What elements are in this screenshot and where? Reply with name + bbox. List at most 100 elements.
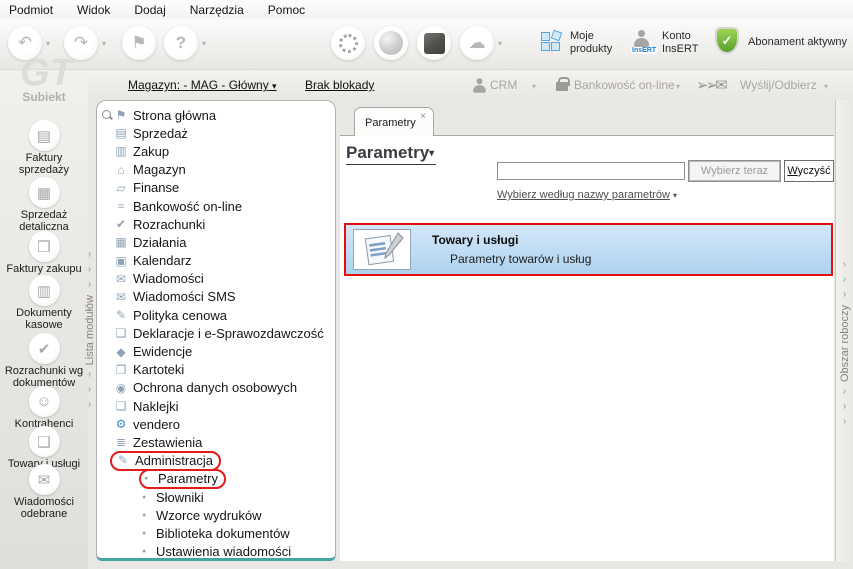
tree-item-parametry[interactable]: Parametry: [97, 468, 335, 489]
chevron-right-icon[interactable]: ›: [843, 275, 846, 285]
insert-account-icon[interactable]: InsERT: [631, 30, 658, 54]
finance-icon: ▱: [116, 180, 126, 195]
flag-button[interactable]: ⚑: [122, 26, 156, 60]
main-toolbar: ↶ ↷ ⚑ ? ☁ Moje produkty InsERT Konto Ins…: [0, 19, 853, 70]
sidebar-item-wiadomosci-odebrane[interactable]: ✉ Wiadomości odebrane: [0, 464, 88, 520]
tree-item-wiadomosci-sms[interactable]: ✉ Wiadomości SMS: [97, 288, 335, 306]
help-caret-icon[interactable]: [202, 39, 206, 48]
module-tree-panel: ⚑ Strona główna ▤ Sprzedaż ▥ Zakup ⌂ Magazyn…: [96, 100, 336, 561]
my-products-label[interactable]: Moje produkty: [570, 30, 626, 56]
tree-item-magazyn[interactable]: ⌂ Magazyn: [97, 161, 335, 179]
module-list-strip-label[interactable]: Lista modułów: [84, 295, 96, 365]
banking-menu[interactable]: Bankowość on-line: [574, 78, 675, 92]
goods-services-parameter-icon: [353, 229, 411, 270]
send-receive-caret-icon[interactable]: [824, 82, 828, 91]
tree-item-administracja[interactable]: ✎ Administracja: [97, 450, 335, 471]
crm-caret-icon[interactable]: [532, 82, 536, 91]
menu-podmiot[interactable]: Podmiot: [9, 3, 53, 17]
help-button[interactable]: ?: [164, 26, 198, 60]
tree-item-wzorce-wydrukow[interactable]: Wzorce wydruków: [97, 506, 335, 524]
tree-item-kartoteki[interactable]: ❐ Kartoteki: [97, 361, 335, 379]
my-products-icon[interactable]: [541, 29, 563, 52]
tree-item-zestawienia[interactable]: ≣ Zestawienia: [97, 433, 335, 451]
filter-caret-icon: [673, 191, 677, 200]
page-title[interactable]: Parametry: [346, 143, 437, 165]
tree-item-rozrachunki[interactable]: ✔ Rozrachunki: [97, 215, 335, 233]
insert-account-label[interactable]: Konto InsERT: [662, 30, 708, 56]
filter-by-name-link[interactable]: Wybierz według nazwy parametrów: [497, 189, 677, 201]
warehouse-icon: ⌂: [117, 162, 125, 177]
chevron-right-icon[interactable]: ›: [843, 290, 846, 300]
chevron-right-icon[interactable]: ›: [88, 370, 91, 380]
red-annotation-oval: ✎ Administracja: [110, 450, 222, 471]
parameter-search-input[interactable]: [497, 162, 685, 180]
back-caret-icon[interactable]: [46, 39, 50, 48]
close-tab-icon[interactable]: ×: [420, 111, 426, 122]
module-list-strip: › › › Lista modułów › › ›: [83, 250, 96, 440]
lock-status-link[interactable]: Brak blokady: [305, 78, 374, 92]
clear-button[interactable]: Wyczyść: [784, 160, 834, 182]
cash-documents-icon: ▥: [28, 275, 60, 306]
menu-widok[interactable]: Widok: [77, 3, 110, 17]
chevron-right-icon[interactable]: ›: [88, 385, 91, 395]
tree-item-zakup[interactable]: ▥ Zakup: [97, 142, 335, 160]
tree-item-strona-glowna[interactable]: ⚑ Strona główna: [97, 106, 335, 124]
activities-icon: ▦: [115, 235, 127, 250]
tree-item-bankowosc[interactable]: ≈ Bankowość on-line: [97, 197, 335, 215]
sidebar-item-sprzedaz-detaliczna[interactable]: ▦ Sprzedaż detaliczna: [0, 177, 88, 233]
tree-item-kalendarz[interactable]: ▣ Kalendarz: [97, 252, 335, 270]
online-services-button[interactable]: [374, 26, 408, 60]
select-now-button[interactable]: Wybierz teraz: [688, 160, 781, 182]
chevron-right-icon[interactable]: ›: [843, 402, 846, 412]
tab-parametry[interactable]: Parametry ×: [354, 107, 434, 136]
sidebar-item-faktury-zakupu[interactable]: ❒ Faktury zakupu: [0, 231, 88, 276]
cloud-caret-icon[interactable]: [498, 39, 502, 48]
banking-caret-icon[interactable]: [676, 82, 680, 91]
warehouse-selector[interactable]: Magazyn: - MAG - Główny ▾: [128, 78, 277, 92]
tree-item-naklejki[interactable]: ❑ Naklejki: [97, 397, 335, 415]
chevron-right-icon[interactable]: ›: [88, 280, 91, 290]
tree-item-dzialania[interactable]: ▦ Działania: [97, 233, 335, 251]
tree-item-ustawienia-wiadomosci[interactable]: Ustawienia wiadomości: [97, 543, 335, 561]
selected-parameter-item[interactable]: Towary i usługi Parametry towarów i usłu…: [344, 223, 833, 276]
tree-item-deklaracje[interactable]: ❏ Deklaracje i e-Sprawozdawczość: [97, 324, 335, 342]
forward-caret-icon[interactable]: [102, 39, 106, 48]
tree-item-slowniki[interactable]: Słowniki: [97, 488, 335, 506]
sidebar-item-faktury-sprzedazy[interactable]: ▤ Faktury sprzedaży: [0, 120, 88, 176]
sidebar-item-rozrachunki[interactable]: ✔ Rozrachunki wg dokumentów: [0, 333, 88, 389]
bullet-icon: [142, 512, 149, 519]
tree-item-sprzedaz[interactable]: ▤ Sprzedaż: [97, 124, 335, 142]
menu-dodaj[interactable]: Dodaj: [134, 3, 165, 17]
subscription-shield-icon[interactable]: ✓: [717, 29, 737, 52]
tree-item-polityka-cenowa[interactable]: ✎ Polityka cenowa: [97, 306, 335, 324]
send-receive-menu[interactable]: Wyślij/Odbierz: [740, 78, 817, 92]
chevron-right-icon[interactable]: ›: [843, 260, 846, 270]
tree-item-ewidencje[interactable]: ◆ Ewidencje: [97, 342, 335, 360]
flag-icon: ⚑: [131, 33, 147, 52]
crm-icon: [473, 78, 486, 93]
tree-item-vendero[interactable]: ⚙ vendero: [97, 415, 335, 433]
heading-caret-icon[interactable]: [429, 148, 434, 159]
sidebar-item-dokumenty-kasowe[interactable]: ▥ Dokumenty kasowe: [0, 275, 88, 331]
chevron-right-icon[interactable]: ›: [88, 250, 91, 260]
chevron-right-icon[interactable]: ›: [843, 387, 846, 397]
chevron-right-icon[interactable]: ›: [843, 417, 846, 427]
help-icon: ?: [175, 33, 187, 52]
cloud-archive-button[interactable]: ☁: [460, 26, 494, 60]
menu-bar: Podmiot Widok Dodaj Narzędzia Pomoc: [0, 0, 853, 19]
refresh-button[interactable]: [331, 26, 365, 60]
tree-item-ochrona-danych[interactable]: ◉ Ochrona danych osobowych: [97, 379, 335, 397]
menu-pomoc[interactable]: Pomoc: [268, 3, 305, 17]
crm-menu[interactable]: CRM: [490, 78, 517, 92]
menu-narzedzia[interactable]: Narzędzia: [190, 3, 244, 17]
workspace-strip-label[interactable]: Obszar roboczy: [839, 305, 851, 382]
tree-item-biblioteka-dokumentow[interactable]: Biblioteka dokumentów: [97, 524, 335, 542]
cube-button[interactable]: [417, 26, 451, 60]
tree-item-finanse[interactable]: ▱ Finanse: [97, 179, 335, 197]
chevron-right-icon[interactable]: ›: [88, 400, 91, 410]
sidebar-item-kontrahenci[interactable]: ☺ Kontrahenci: [0, 386, 88, 431]
sales-invoices-icon: ▤: [28, 120, 60, 151]
tree-item-wiadomosci[interactable]: ✉ Wiadomości: [97, 270, 335, 288]
chevron-right-icon[interactable]: ›: [88, 265, 91, 275]
gt-logo: GT: [20, 52, 73, 94]
